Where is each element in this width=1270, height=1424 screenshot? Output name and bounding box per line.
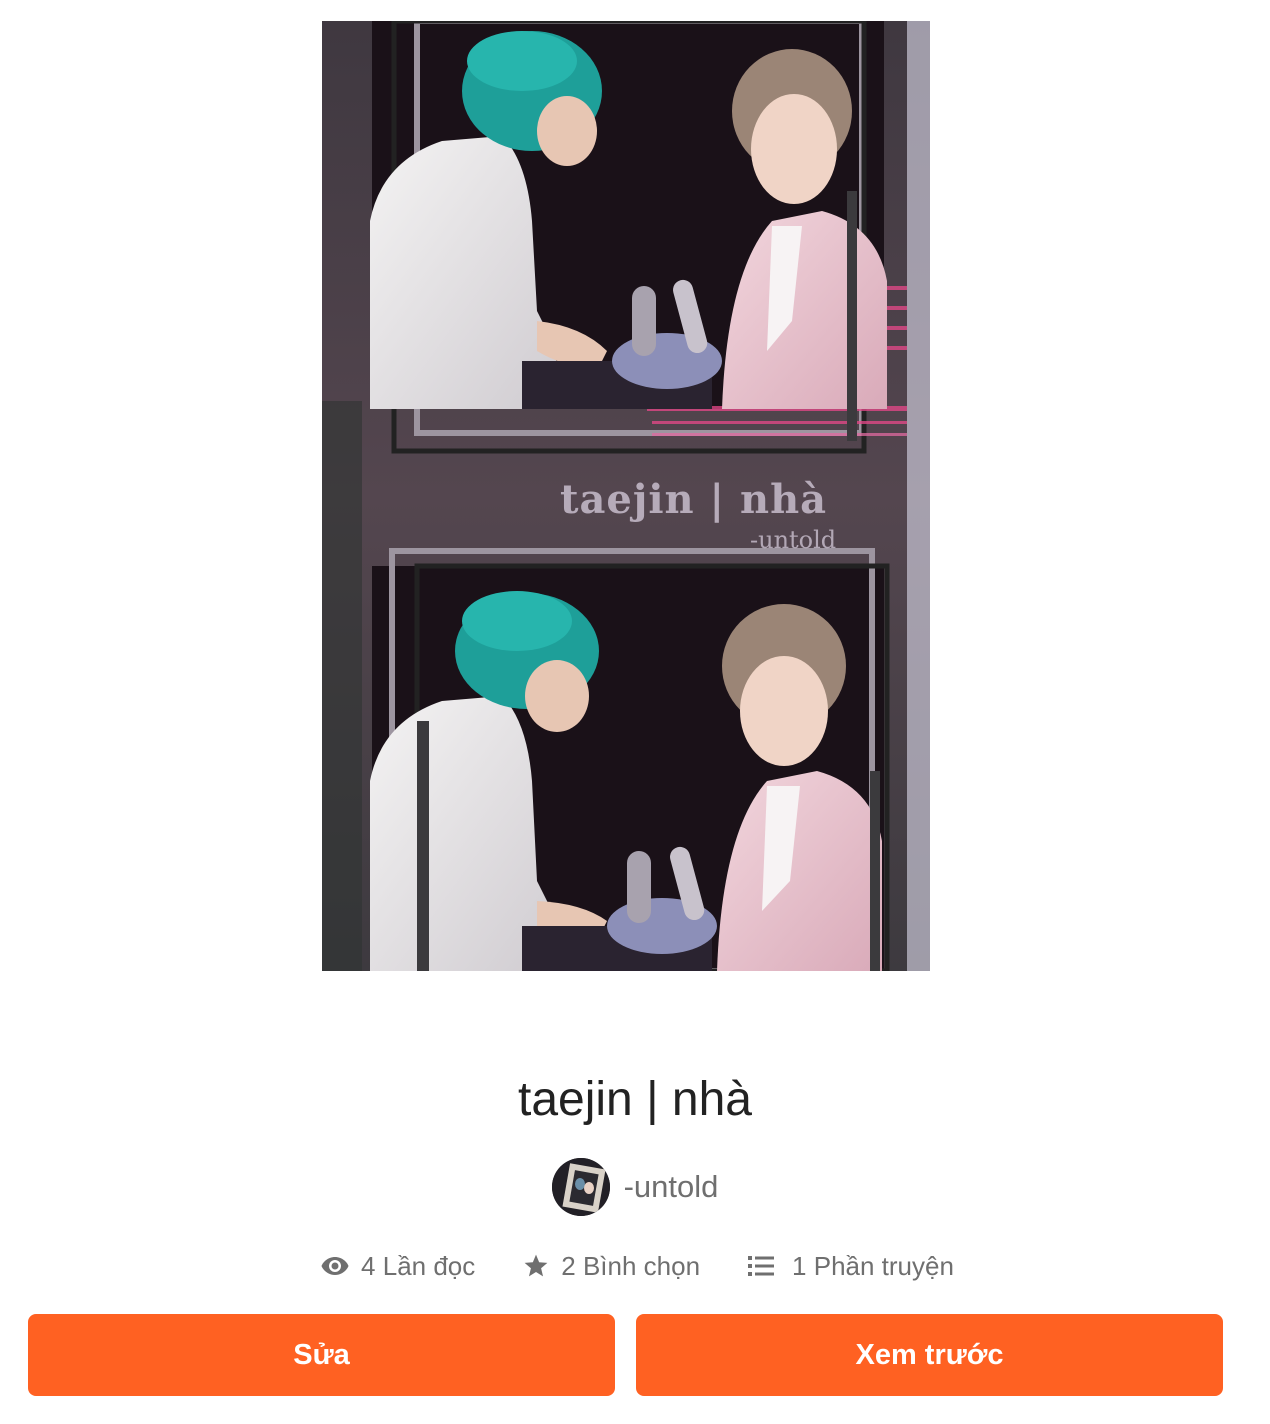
- author-name[interactable]: -untold: [624, 1169, 719, 1205]
- cover-caption: taejin | nhà: [560, 476, 828, 523]
- cover-subcaption: -untold: [750, 526, 837, 554]
- star-icon: [523, 1254, 549, 1279]
- story-stats: 4 Lần đọc 2 Bình chọn 1 Phần truyện: [0, 1244, 1270, 1288]
- parts-stat: 1 Phần truyện: [748, 1251, 954, 1282]
- votes-count: 2 Bình chọn: [561, 1250, 701, 1281]
- reads-count: 4 Lần đọc: [361, 1250, 476, 1281]
- avatar-image: [551, 1158, 610, 1216]
- author-avatar[interactable]: [551, 1158, 610, 1216]
- author-row[interactable]: -untold: [0, 1158, 1270, 1216]
- preview-button[interactable]: Xem trước: [636, 1314, 1223, 1396]
- story-title: taejin | nhà: [518, 1073, 752, 1126]
- eye-icon: [321, 1256, 349, 1276]
- votes-stat: 2 Bình chọn: [523, 1251, 700, 1282]
- reads-stat: 4 Lần đọc: [321, 1251, 475, 1282]
- parts-count: 1 Phần truyện: [792, 1250, 954, 1281]
- story-cover-image[interactable]: taejin | nhà -untold: [322, 21, 930, 971]
- list-icon: [748, 1255, 775, 1277]
- edit-button[interactable]: Sửa: [28, 1314, 615, 1396]
